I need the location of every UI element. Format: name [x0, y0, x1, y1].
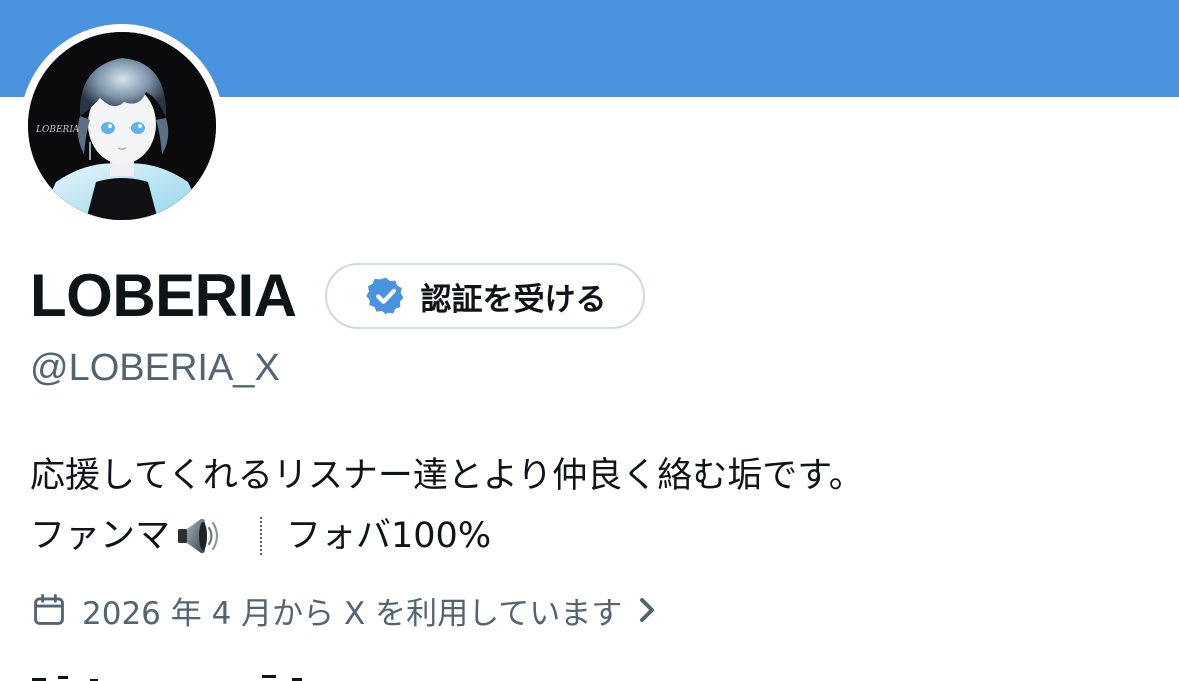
bio-text-1: 応援してくれるリスナー達とより仲良く絡む垢です。	[30, 456, 864, 496]
chevron-right-icon	[640, 598, 655, 622]
speaker-icon	[178, 518, 219, 554]
cut-off-stats-fragment	[32, 675, 302, 681]
following-stats-row[interactable]	[30, 668, 430, 681]
bio-separator	[260, 517, 263, 555]
display-name: LOBERIA	[30, 262, 297, 329]
name-row: LOBERIA 認証を受ける	[30, 258, 645, 334]
profile-page: LOBERIA LOBERIA 認証を受ける @LOBERIA_X 応援してくれ…	[0, 0, 1179, 681]
avatar[interactable]: LOBERIA	[28, 32, 216, 220]
joined-date-text: 2026 年 4 月から X を利用しています	[82, 595, 623, 632]
get-verified-label: 認証を受ける	[420, 281, 607, 318]
get-verified-button[interactable]: 認証を受ける	[324, 263, 645, 329]
bio-followback-text: フォバ100%	[286, 516, 492, 556]
avatar-illustration: LOBERIA	[28, 32, 216, 220]
user-handle: @LOBERIA_X	[30, 347, 280, 389]
bio-line-2: ファンマ フォバ100%	[30, 506, 864, 566]
bio-fanmark-label: ファンマ	[30, 516, 171, 556]
joined-date-row[interactable]: 2026 年 4 月から X を利用しています	[30, 585, 658, 635]
calendar-icon	[34, 594, 64, 625]
avatar-logo-text: LOBERIA	[35, 125, 80, 135]
profile-bio: 応援してくれるリスナー達とより仲良く絡む垢です。 ファンマ フォバ100%	[30, 446, 864, 566]
verified-badge-icon	[365, 277, 403, 315]
bio-line-1: 応援してくれるリスナー達とより仲良く絡む垢です。	[30, 446, 864, 506]
